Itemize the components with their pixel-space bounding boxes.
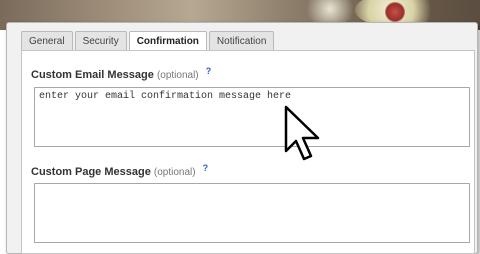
email-message-label: Custom Email Message (optional) ? (31, 66, 212, 81)
page-message-field[interactable] (34, 183, 470, 243)
settings-panel: General Security Confirmation Notificati… (6, 22, 478, 254)
email-message-field[interactable] (34, 87, 470, 147)
email-message-optional: (optional) (156, 70, 199, 81)
page-message-label-text: Custom Page Message (31, 166, 151, 178)
pointer-arrow-icon (284, 105, 320, 161)
tab-bar: General Security Confirmation Notificati… (21, 31, 276, 52)
page-message-label: Custom Page Message (optional) ? (31, 163, 209, 178)
help-icon[interactable]: ? (203, 163, 209, 173)
email-message-label-text: Custom Email Message (31, 69, 154, 81)
help-icon[interactable]: ? (206, 66, 212, 76)
tab-content: Custom Email Message (optional) ? Custom… (21, 50, 475, 254)
tab-general[interactable]: General (21, 31, 73, 51)
page-message-optional: (optional) (153, 167, 196, 178)
tab-notification[interactable]: Notification (208, 31, 275, 51)
tab-security[interactable]: Security (74, 31, 127, 51)
tab-confirmation[interactable]: Confirmation (128, 31, 207, 52)
